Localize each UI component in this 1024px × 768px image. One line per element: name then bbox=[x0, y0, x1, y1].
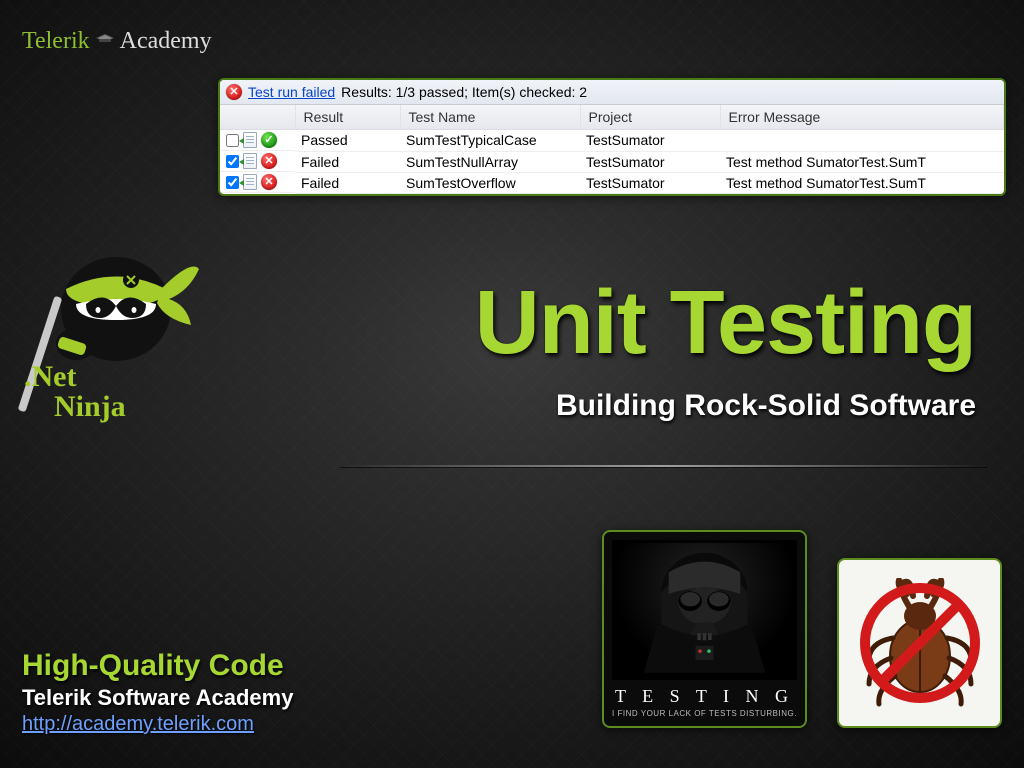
col-testname: Test Name bbox=[400, 105, 580, 130]
fail-icon: ✕ bbox=[261, 153, 277, 169]
doc-icon bbox=[243, 174, 257, 190]
brand-word-telerik: Telerik bbox=[22, 28, 90, 55]
test-status-summary: Results: 1/3 passed; Item(s) checked: 2 bbox=[341, 84, 587, 100]
table-row: ✓ Passed SumTestTypicalCase TestSumator bbox=[220, 130, 1004, 152]
col-project: Project bbox=[580, 105, 720, 130]
test-results-table: Result Test Name Project Error Message ✓… bbox=[220, 105, 1004, 194]
svg-text:Ninja: Ninja bbox=[54, 390, 126, 423]
cell-error: Test method SumatorTest.SumT bbox=[720, 151, 1004, 172]
cell-result: Failed bbox=[295, 172, 400, 193]
cell-project: TestSumator bbox=[580, 172, 720, 193]
poster-subcaption: I FIND YOUR LACK OF TESTS DISTURBING. bbox=[612, 709, 797, 718]
row-checkbox[interactable] bbox=[226, 134, 239, 147]
svg-text:.Net: .Net bbox=[24, 360, 76, 393]
cell-name: SumTestOverflow bbox=[400, 172, 580, 193]
table-row: ✕ Failed SumTestNullArray TestSumator Te… bbox=[220, 151, 1004, 172]
footer-heading: High-Quality Code bbox=[22, 649, 293, 683]
image-tiles: T E S T I N G I FIND YOUR LACK OF TESTS … bbox=[602, 530, 1002, 728]
pass-icon: ✓ bbox=[261, 132, 277, 148]
footer-link[interactable]: http://academy.telerik.com bbox=[22, 713, 254, 736]
vader-poster: T E S T I N G I FIND YOUR LACK OF TESTS … bbox=[602, 530, 807, 728]
doc-icon bbox=[243, 132, 257, 148]
row-checkbox[interactable] bbox=[226, 176, 239, 189]
cell-name: SumTestTypicalCase bbox=[400, 130, 580, 152]
poster-caption: T E S T I N G bbox=[612, 686, 797, 707]
vader-image bbox=[612, 540, 797, 680]
test-results-panel: ✕ Test run failed Results: 1/3 passed; I… bbox=[218, 78, 1006, 196]
divider bbox=[340, 465, 988, 467]
test-status-bar: ✕ Test run failed Results: 1/3 passed; I… bbox=[220, 80, 1004, 105]
footer-org: Telerik Software Academy bbox=[22, 685, 293, 711]
col-error: Error Message bbox=[720, 105, 1004, 130]
footer-block: High-Quality Code Telerik Software Acade… bbox=[22, 649, 293, 736]
graduation-cap-icon bbox=[96, 34, 114, 53]
brand-word-academy: Academy bbox=[120, 28, 212, 55]
cell-name: SumTestNullArray bbox=[400, 151, 580, 172]
slide-title: Unit Testing bbox=[340, 272, 976, 375]
col-result: Result bbox=[295, 105, 400, 130]
test-run-failed-link[interactable]: Test run failed bbox=[248, 84, 335, 100]
cell-project: TestSumator bbox=[580, 151, 720, 172]
slide-subtitle: Building Rock-Solid Software bbox=[340, 389, 976, 423]
fail-icon: ✕ bbox=[261, 174, 277, 190]
cell-error bbox=[720, 130, 1004, 152]
no-bugs-icon bbox=[855, 578, 985, 708]
cell-project: TestSumator bbox=[580, 130, 720, 152]
row-checkbox[interactable] bbox=[226, 155, 239, 168]
doc-icon bbox=[243, 153, 257, 169]
title-block: Unit Testing Building Rock-Solid Softwar… bbox=[340, 272, 994, 467]
error-icon: ✕ bbox=[226, 84, 242, 100]
cell-result: Passed bbox=[295, 130, 400, 152]
cell-result: Failed bbox=[295, 151, 400, 172]
ninja-mascot-icon: .Net Ninja bbox=[6, 234, 206, 424]
brand-logo: Telerik Academy bbox=[22, 28, 212, 55]
no-bugs-tile bbox=[837, 558, 1002, 728]
cell-error: Test method SumatorTest.SumT bbox=[720, 172, 1004, 193]
table-row: ✕ Failed SumTestOverflow TestSumator Tes… bbox=[220, 172, 1004, 193]
